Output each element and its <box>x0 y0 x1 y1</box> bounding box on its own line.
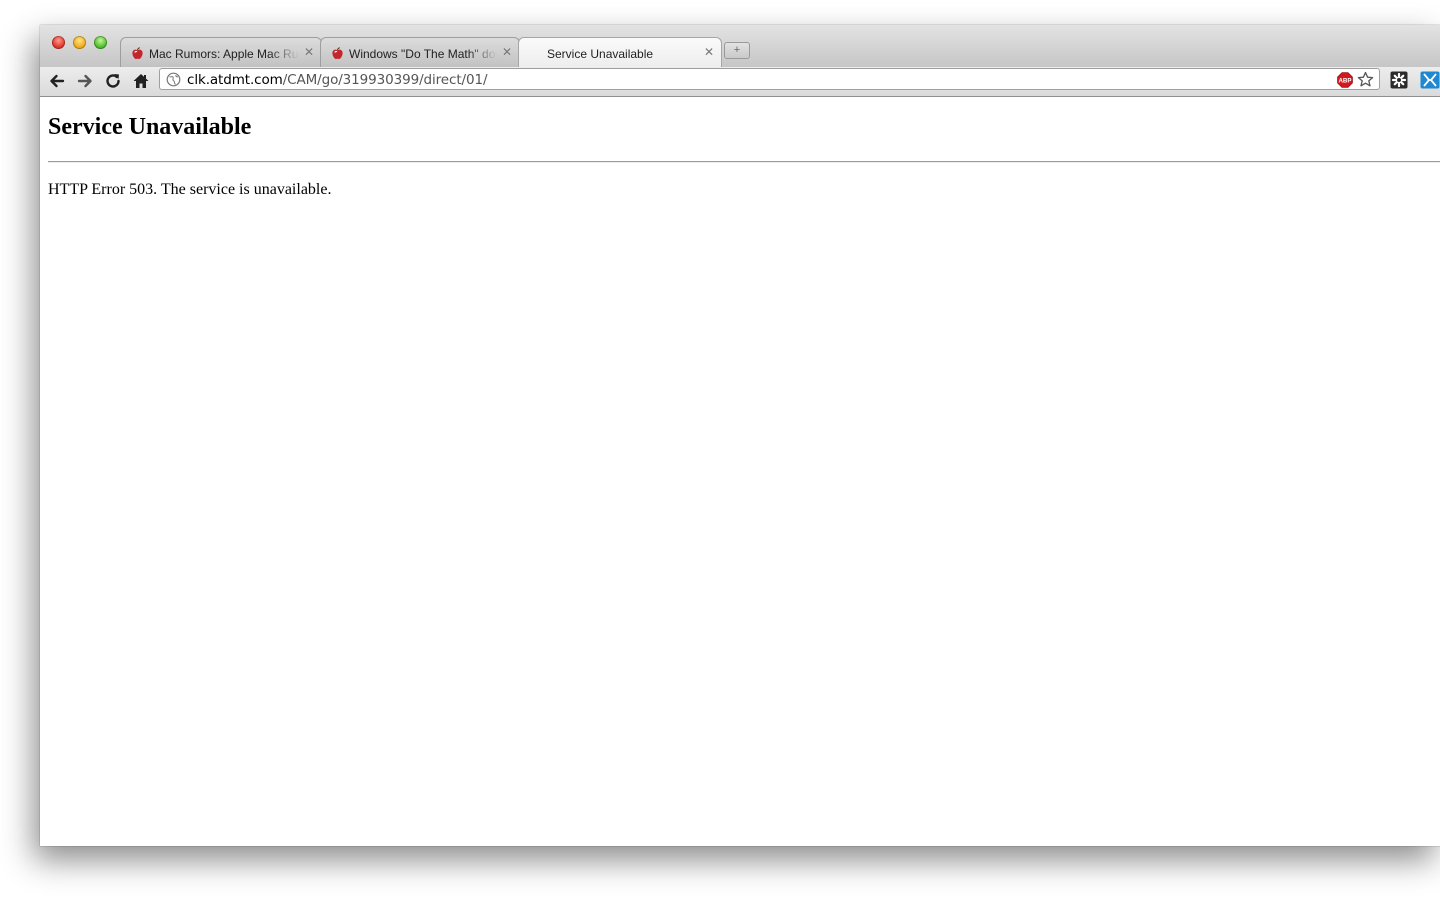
globe-icon <box>166 72 181 87</box>
tab-macrumors[interactable]: Mac Rumors: Apple Mac Rumors and News Yo… <box>120 37 322 67</box>
macrumors-apple-icon <box>132 47 143 60</box>
macrumors-apple-icon <box>332 47 343 60</box>
address-bar[interactable]: clk.atdmt.com/CAM/go/319930399/direct/01… <box>159 68 1380 90</box>
tab-strip: Mac Rumors: Apple Mac Rumors and News Yo… <box>40 25 1440 68</box>
tab-close-icon[interactable]: ✕ <box>502 45 512 59</box>
page-content: Service Unavailable HTTP Error 503. The … <box>40 97 1440 846</box>
tab-close-icon[interactable]: ✕ <box>304 45 314 59</box>
window-close-button[interactable] <box>52 36 65 49</box>
browser-window: Mac Rumors: Apple Mac Rumors and News Yo… <box>40 25 1440 846</box>
page-title: Service Unavailable <box>48 114 252 140</box>
browser-toolbar: clk.atdmt.com/CAM/go/319930399/direct/01… <box>40 67 1440 97</box>
url-path: /CAM/go/319930399/direct/01/ <box>282 72 488 88</box>
horizontal-divider <box>48 161 1440 163</box>
tab-title: Mac Rumors: Apple Mac Rumors and News Yo… <box>149 47 299 61</box>
error-message: HTTP Error 503. The service is unavailab… <box>48 181 332 198</box>
tab-title: Service Unavailable <box>547 47 654 61</box>
url-host: clk.atdmt.com <box>187 72 283 88</box>
tab-close-icon[interactable]: ✕ <box>704 45 714 59</box>
adblock-icon[interactable]: ABP <box>1337 72 1353 88</box>
plus-icon: + <box>733 44 741 56</box>
bookmark-star-icon[interactable] <box>1357 71 1374 88</box>
tab-title: Windows "Do The Math" download <box>349 47 497 61</box>
window-zoom-button[interactable] <box>94 36 107 49</box>
window-minimize-button[interactable] <box>73 36 86 49</box>
reload-icon[interactable] <box>103 71 123 91</box>
forward-arrow-icon[interactable] <box>75 71 95 91</box>
url-text: clk.atdmt.com/CAM/go/319930399/direct/01… <box>187 72 488 88</box>
tab-windows-do-the-math[interactable]: Windows "Do The Math" download ✕ <box>320 37 520 67</box>
back-arrow-icon[interactable] <box>47 71 67 91</box>
extension-icon[interactable] <box>1420 71 1440 89</box>
adblock-label: ABP <box>1338 78 1351 85</box>
tab-service-unavailable[interactable]: Service Unavailable ✕ <box>518 37 722 68</box>
new-tab-button[interactable]: + <box>724 42 750 59</box>
extension-icon[interactable] <box>1390 71 1408 89</box>
home-icon[interactable] <box>131 71 151 91</box>
